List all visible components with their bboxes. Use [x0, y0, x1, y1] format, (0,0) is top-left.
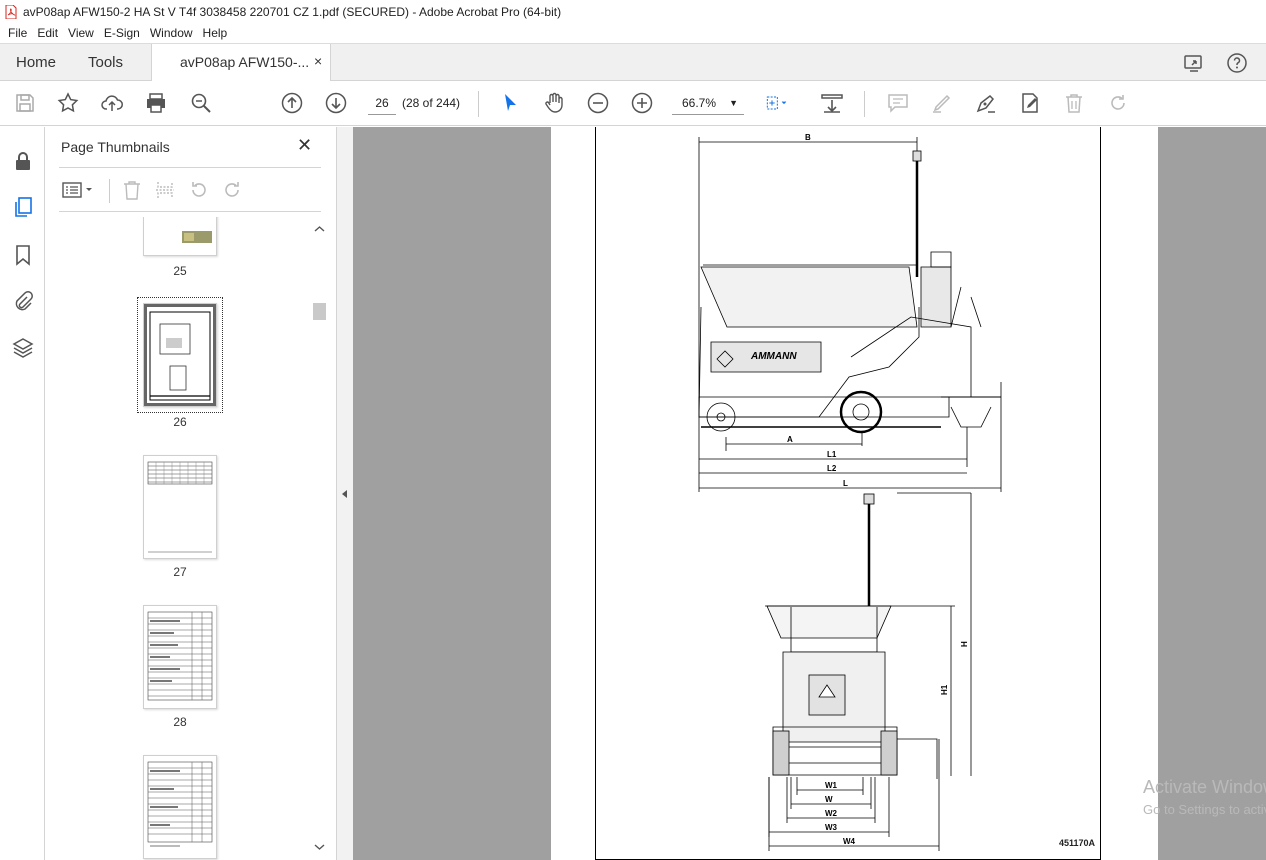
activation-watermark-subtitle: Go to Settings to activate Windows.	[1143, 802, 1266, 817]
delete-pages-icon[interactable]	[121, 179, 143, 201]
zoom-level-select[interactable]: 66.7% ▼	[672, 91, 744, 115]
page-display-icon[interactable]	[766, 91, 802, 115]
thumbnail-scrollbar[interactable]	[311, 219, 328, 859]
rotate-left-icon[interactable]	[188, 179, 210, 201]
dim-label-l1: L1	[827, 450, 837, 459]
tab-close-icon[interactable]: ×	[314, 53, 322, 69]
thumbnail-options-icon[interactable]	[61, 179, 95, 201]
zoom-search-icon[interactable]	[189, 91, 213, 115]
delete-icon[interactable]	[1062, 91, 1086, 115]
tab-home[interactable]: Home	[16, 44, 56, 81]
menu-help[interactable]: Help	[198, 26, 233, 40]
toolbar-divider	[478, 91, 479, 117]
tab-tools[interactable]: Tools	[88, 44, 123, 81]
figure-code: 451170A	[1059, 838, 1096, 848]
thumbnail-page-25[interactable]	[143, 217, 217, 256]
brand-label: AMMANN	[750, 351, 797, 362]
dim-label-l2: L2	[827, 464, 837, 473]
tab-document[interactable]: avP08ap AFW150-... ×	[151, 44, 331, 82]
comment-icon[interactable]	[886, 91, 910, 115]
thumbnail-label: 28	[173, 715, 187, 729]
thumbnail-page-26[interactable]	[143, 303, 217, 407]
highlight-pen-icon[interactable]	[930, 91, 954, 115]
layers-icon[interactable]	[11, 336, 35, 360]
next-page-icon[interactable]	[324, 91, 348, 115]
save-icon[interactable]	[13, 91, 37, 115]
dim-label-l: L	[843, 479, 848, 488]
page-number-input[interactable]: 26	[368, 91, 396, 115]
page-thumbnails-icon[interactable]	[11, 195, 35, 219]
activation-watermark-title: Activate Windows	[1143, 777, 1266, 797]
thumbnail-page-28[interactable]	[143, 605, 217, 709]
zoom-out-icon[interactable]	[586, 91, 610, 115]
panel-splitter[interactable]	[336, 127, 353, 860]
page-thumbnails-panel: Page Thumbnails ✕ 25 26 27 28	[45, 127, 336, 860]
dim-label-h1: H1	[940, 684, 949, 695]
dim-label-a: A	[787, 435, 793, 444]
technical-drawing: B A L1 L2 L W1 W W2 W3 W4 H H1 AMMANN	[698, 133, 1002, 851]
menu-bar: File Edit View E-Sign Window Help	[0, 23, 1266, 43]
attachments-icon[interactable]	[11, 289, 35, 313]
menu-view[interactable]: View	[63, 26, 99, 40]
scroll-up-icon[interactable]	[311, 223, 328, 235]
dim-label-w4: W4	[843, 837, 856, 846]
redo-icon[interactable]	[1106, 91, 1130, 115]
chevron-down-icon: ▼	[729, 98, 738, 108]
thumbnail-label: 25	[173, 264, 187, 278]
dim-label-b: B	[805, 133, 811, 142]
dim-label-w2: W2	[825, 809, 838, 818]
help-icon[interactable]	[1226, 52, 1248, 74]
window-title: avP08ap AFW150-2 HA St V T4f 3038458 220…	[23, 4, 562, 19]
tab-document-label: avP08ap AFW150-...	[180, 54, 310, 70]
main-toolbar: 26 (28 of 244) 66.7% ▼	[0, 81, 1266, 126]
zoom-in-icon[interactable]	[630, 91, 654, 115]
left-navigation-rail	[0, 127, 45, 860]
extract-pages-icon[interactable]	[154, 179, 176, 201]
title-bar: avP08ap AFW150-2 HA St V T4f 3038458 220…	[0, 0, 1266, 23]
menu-window[interactable]: Window	[145, 26, 198, 40]
menu-file[interactable]: File	[3, 26, 32, 40]
pdf-page: B A L1 L2 L W1 W W2 W3 W4 H H1 AMMANN 45…	[551, 127, 1158, 860]
draw-pen-icon[interactable]	[974, 91, 998, 115]
dim-label-h: H	[960, 641, 969, 647]
hand-tool-icon[interactable]	[542, 91, 566, 115]
lock-icon[interactable]	[11, 149, 35, 173]
thumbnail-page-27[interactable]	[143, 455, 217, 559]
collapse-panel-icon[interactable]	[337, 487, 354, 501]
bookmarks-icon[interactable]	[11, 243, 35, 267]
bookmark-star-icon[interactable]	[56, 91, 80, 115]
tab-bar: Home Tools avP08ap AFW150-... ×	[0, 43, 1266, 82]
panel-divider	[59, 211, 321, 212]
thumbnail-page-29[interactable]	[143, 755, 217, 859]
thumbnail-label: 26	[173, 415, 187, 429]
upload-cloud-icon[interactable]	[100, 91, 124, 115]
panel-toolbar-divider	[109, 179, 110, 203]
select-cursor-icon[interactable]	[498, 91, 522, 115]
panel-title: Page Thumbnails	[61, 139, 170, 155]
rotate-right-icon[interactable]	[221, 179, 243, 201]
scrollbar-thumb[interactable]	[313, 303, 326, 320]
previous-page-icon[interactable]	[280, 91, 304, 115]
toolbar-divider	[864, 91, 865, 117]
dim-label-w: W	[825, 795, 833, 804]
scroll-down-icon[interactable]	[311, 841, 328, 853]
page-count: (28 of 244)	[402, 96, 461, 110]
thumbnail-label: 27	[173, 565, 187, 579]
menu-edit[interactable]: Edit	[32, 26, 63, 40]
scroll-mode-icon[interactable]	[820, 91, 844, 115]
thumbnail-list: 25 26 27 28	[45, 217, 310, 860]
document-viewport[interactable]: B A L1 L2 L W1 W W2 W3 W4 H H1 AMMANN 45…	[353, 127, 1266, 860]
panel-close-icon[interactable]: ✕	[297, 135, 312, 156]
print-icon[interactable]	[144, 91, 168, 115]
share-screen-icon[interactable]	[1183, 52, 1205, 74]
zoom-level-value: 66.7%	[682, 96, 717, 110]
dim-label-w3: W3	[825, 823, 838, 832]
menu-esign[interactable]: E-Sign	[99, 26, 145, 40]
pdf-app-icon	[5, 4, 17, 19]
panel-divider	[59, 167, 321, 168]
edit-text-icon[interactable]	[1018, 91, 1042, 115]
dim-label-w1: W1	[825, 781, 838, 790]
